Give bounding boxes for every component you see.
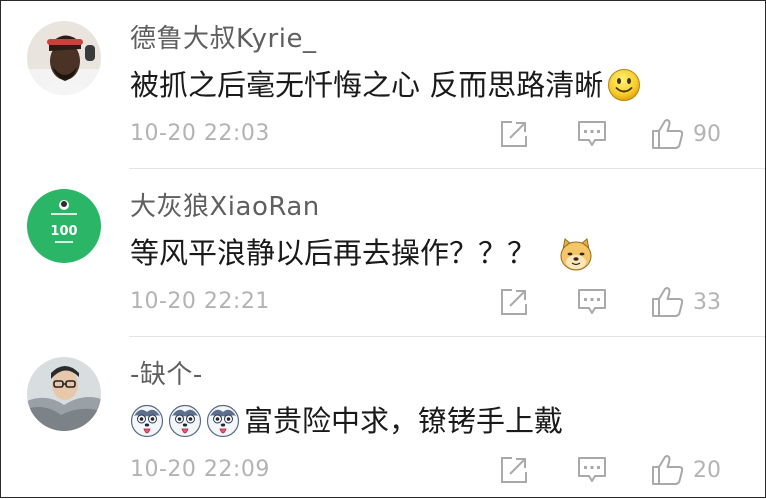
comment-item: 德鲁大叔Kyrie_ 被抓之后毫无忏悔之心 反而思路清晰 10-20 22:03 [1,1,765,169]
share-button[interactable] [499,453,531,487]
user-avatar-image [27,357,101,431]
husky-tongue-emoji [168,404,202,438]
reply-button[interactable] [577,453,609,487]
username[interactable]: 大灰狼XiaoRan [130,189,320,225]
share-icon [501,121,527,147]
thumbs-up-icon [652,287,684,317]
timestamp: 10-20 22:09 [130,457,270,482]
user-avatar-image: 100 [27,189,101,263]
avatar[interactable] [27,21,101,95]
comment-item: -缺个- 富贵险中求，镣铐手上戴 10-20 22:09 20 [1,337,765,499]
avatar-score-text: 100 [50,224,77,239]
reply-icon [578,289,606,314]
like-count: 20 [693,457,721,483]
comment-item: 100 大灰狼XiaoRan 等风平浪静以后再去操作？？？ 10-20 22:2… [1,169,765,337]
timestamp: 10-20 22:03 [130,121,270,146]
reply-button[interactable] [577,117,609,151]
avatar[interactable] [27,357,101,431]
emoji-group [130,404,240,438]
reply-icon [578,457,606,482]
share-icon [501,289,527,315]
username[interactable]: -缺个- [130,357,203,393]
reply-icon [578,121,606,146]
username[interactable]: 德鲁大叔Kyrie_ [130,21,316,57]
share-button[interactable] [499,117,531,151]
avatar[interactable]: 100 [27,189,101,263]
like-button[interactable]: 33 [651,285,761,319]
doge-emoji [558,236,592,271]
comment-text-body: 等风平浪静以后再去操作？？？ [130,236,537,270]
comment-text: 富贵险中求，镣铐手上戴 [130,401,563,441]
comment-text: 等风平浪静以后再去操作？？？ [130,233,592,273]
share-icon [501,457,527,483]
comment-text: 被抓之后毫无忏悔之心 反而思路清晰 [130,65,641,105]
share-button[interactable] [499,285,531,319]
user-avatar-image [27,21,101,95]
thumbs-up-icon [652,119,684,149]
comment-text-body: 富贵险中求，镣铐手上戴 [244,404,564,438]
smile-emoji [607,68,641,102]
thumbs-up-icon [652,455,684,485]
husky-tongue-emoji [130,404,164,438]
husky-tongue-emoji [206,404,240,438]
comment-text-body: 被抓之后毫无忏悔之心 反而思路清晰 [130,68,604,102]
like-count: 90 [693,121,721,147]
like-button[interactable]: 20 [651,453,761,487]
like-count: 33 [693,289,721,315]
reply-button[interactable] [577,285,609,319]
timestamp: 10-20 22:21 [130,289,270,314]
like-button[interactable]: 90 [651,117,761,151]
